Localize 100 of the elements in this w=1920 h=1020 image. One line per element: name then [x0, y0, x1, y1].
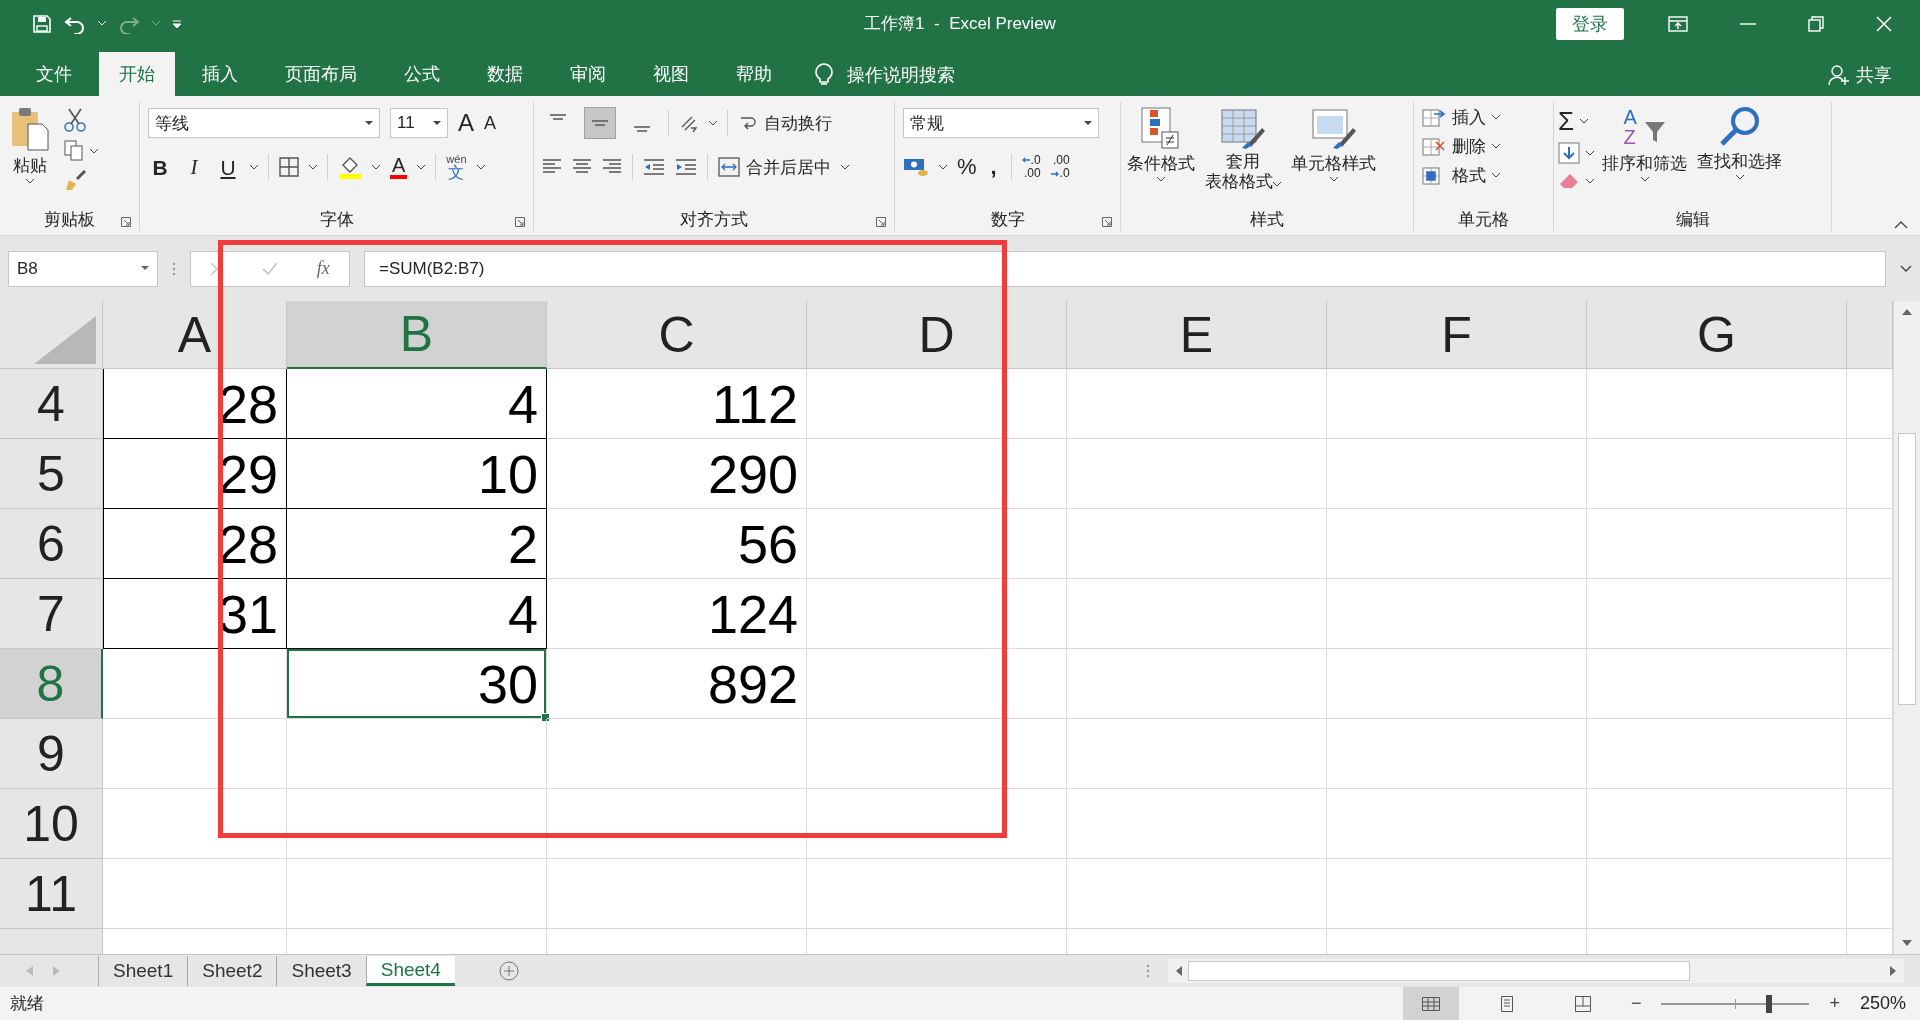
sheet-tab[interactable]: Sheet1 [98, 956, 188, 986]
scroll-up-icon[interactable] [1902, 309, 1912, 315]
ribbon-tab[interactable]: 审阅 [550, 52, 626, 96]
scroll-thumb[interactable] [1188, 961, 1690, 981]
font-style-button[interactable]: I [182, 156, 206, 178]
launcher-icon[interactable] [1102, 217, 1112, 227]
scissors-icon[interactable] [64, 108, 86, 132]
sheet-tab[interactable]: Sheet3 [276, 956, 366, 986]
collapse-ribbon-icon[interactable] [1894, 221, 1908, 229]
brush-icon[interactable] [64, 170, 86, 192]
lightbulb-icon[interactable] [815, 62, 833, 87]
zoom-level[interactable]: 250% [1859, 993, 1906, 1014]
tell-me-search[interactable]: 操作说明搜索 [847, 62, 955, 87]
caret-icon[interactable] [939, 164, 947, 170]
ribbon-tab[interactable]: 视图 [633, 52, 709, 96]
fill-down-icon[interactable] [1558, 142, 1580, 164]
decrease-decimal-button[interactable]: .00 .0 [1050, 153, 1070, 181]
caret-icon[interactable] [417, 164, 426, 170]
add-sheet-icon[interactable] [498, 961, 519, 981]
cells-command-button[interactable]: 格式 [1422, 164, 1500, 187]
row-header[interactable]: 4 [0, 369, 103, 439]
caret-icon[interactable] [709, 120, 717, 126]
increase-indent-icon[interactable] [675, 158, 697, 176]
row-header[interactable]: 5 [0, 439, 103, 509]
person-icon[interactable] [1828, 63, 1850, 86]
launcher-icon[interactable] [515, 217, 525, 227]
sign-in-button[interactable]: 登录 [1556, 7, 1624, 40]
caret-icon[interactable] [1580, 118, 1589, 124]
sheet-tab[interactable]: Sheet4 [365, 956, 455, 986]
zoom-slider-thumb[interactable] [1766, 994, 1773, 1013]
column-header[interactable]: C [547, 301, 807, 369]
number-format-field[interactable]: 常规 [903, 108, 1099, 138]
percent-button[interactable]: % [957, 156, 977, 178]
ribbon-tab[interactable]: 开始 [99, 52, 175, 96]
caret-icon[interactable] [250, 164, 258, 170]
name-box[interactable]: B8 [8, 250, 158, 287]
font-style-button[interactable]: B [148, 156, 172, 178]
font-size-field[interactable]: 11 [390, 108, 448, 138]
increase-decimal-button[interactable]: .0 .00 [1021, 153, 1041, 181]
ribbon-tab[interactable]: 帮助 [716, 52, 792, 96]
find-select-button[interactable]: 查找和选择 [1695, 106, 1784, 180]
merge-center-button[interactable]: 合并后居中 [718, 155, 831, 179]
row-header[interactable]: 9 [0, 719, 103, 789]
grow-font-button[interactable]: A [458, 111, 474, 135]
minimize-icon[interactable] [1740, 22, 1756, 25]
caret-icon[interactable] [372, 164, 380, 170]
copy-icon[interactable] [64, 140, 84, 162]
borders-icon[interactable] [279, 157, 299, 177]
caret-icon[interactable] [309, 164, 317, 170]
normal-view-button[interactable] [1402, 987, 1459, 1020]
scroll-right-icon[interactable] [1890, 966, 1896, 976]
ribbon-tab[interactable]: 页面布局 [265, 52, 377, 96]
ribbon-tab[interactable]: 插入 [182, 52, 258, 96]
column-header[interactable]: F [1327, 301, 1587, 369]
save-icon[interactable] [32, 13, 52, 34]
column-header[interactable]: B [287, 301, 547, 369]
row-header[interactable]: 7 [0, 579, 103, 649]
comma-button[interactable]: , [986, 156, 1001, 178]
restore-icon[interactable] [1808, 15, 1824, 32]
scroll-thumb[interactable] [1898, 433, 1916, 705]
shrink-font-button[interactable]: A [484, 114, 497, 132]
cells-command-button[interactable]: 删除 [1422, 135, 1500, 158]
caret-icon[interactable] [841, 164, 849, 170]
phonetic-button[interactable]: wén 文 [446, 153, 467, 181]
row-header[interactable]: 8 [0, 649, 103, 719]
expand-icon[interactable] [1900, 264, 1912, 273]
scroll-left-icon[interactable] [1176, 966, 1182, 976]
scroll-down-icon[interactable] [1902, 940, 1912, 946]
caret-icon[interactable] [1586, 150, 1594, 156]
customize-icon[interactable] [172, 19, 182, 28]
font-style-button[interactable]: U [216, 156, 240, 178]
column-header[interactable]: D [807, 301, 1067, 369]
middle-align-button[interactable] [584, 107, 616, 139]
vertical-scrollbar[interactable] [1893, 301, 1920, 954]
cell-styles-button[interactable]: 单元格样式 [1289, 106, 1378, 182]
share-button[interactable]: 共享 [1856, 62, 1892, 87]
formula-field[interactable]: =SUM(B2:B7) [364, 250, 1886, 287]
wrap-text-button[interactable]: 自动换行 [738, 111, 832, 135]
format-as-table-button[interactable]: 套用 表格格式 [1203, 106, 1283, 192]
column-header[interactable]: G [1587, 301, 1847, 369]
paste-button[interactable]: 粘贴 [8, 106, 52, 184]
launcher-icon[interactable] [876, 217, 886, 227]
ribbon-tab[interactable]: 公式 [384, 52, 460, 96]
align-center-icon[interactable] [572, 158, 592, 176]
ribbon-display-icon[interactable] [1668, 15, 1688, 32]
ribbon-tab[interactable]: 文件 [16, 52, 92, 96]
ribbon-tab[interactable]: 数据 [467, 52, 543, 96]
fill-color-icon[interactable] [338, 155, 362, 179]
row-header[interactable]: 10 [0, 789, 103, 859]
caret-icon[interactable] [1586, 178, 1594, 184]
column-header[interactable]: E [1067, 301, 1327, 369]
autosum-button[interactable]: Σ [1558, 108, 1575, 134]
conditional-formatting-button[interactable]: 条件格式 [1125, 106, 1197, 182]
horizontal-scrollbar[interactable] [1168, 959, 1904, 983]
caret-icon[interactable] [476, 164, 485, 170]
align-right-icon[interactable] [602, 158, 622, 176]
cells-command-button[interactable]: 插入 [1422, 106, 1500, 129]
row-header[interactable]: 6 [0, 509, 103, 579]
close-icon[interactable] [1876, 15, 1892, 32]
zoom-slider[interactable] [1661, 993, 1810, 1014]
